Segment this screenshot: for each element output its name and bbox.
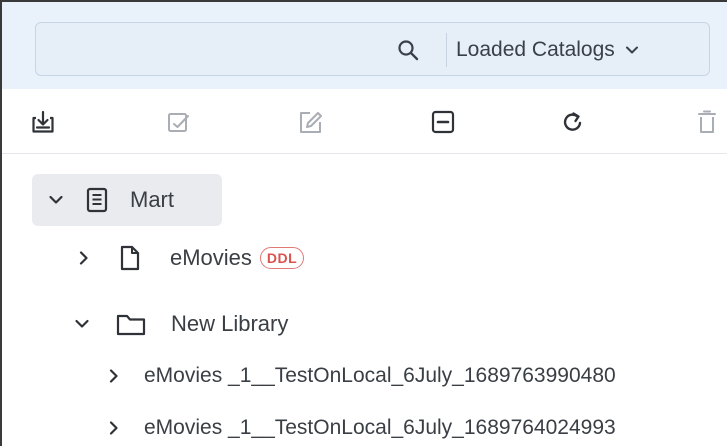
- import-button[interactable]: [28, 107, 58, 137]
- catalog-document-icon: [86, 187, 108, 213]
- tree-label-mart: Mart: [130, 187, 174, 212]
- edit-button[interactable]: [164, 107, 194, 137]
- loaded-catalogs-dropdown[interactable]: Loaded Catalogs: [456, 23, 639, 77]
- chevron-right-icon[interactable]: [106, 368, 122, 384]
- chevron-down-icon[interactable]: [74, 316, 90, 332]
- tree-node-mart[interactable]: Mart: [32, 174, 222, 226]
- search-header: Loaded Catalogs: [2, 2, 727, 89]
- delete-button[interactable]: [692, 107, 722, 137]
- search-input[interactable]: [46, 31, 380, 69]
- chevron-down-icon: [625, 46, 638, 54]
- search-bar: Loaded Catalogs: [35, 22, 710, 76]
- import-box-icon: [32, 110, 54, 133]
- search-divider: [446, 33, 447, 67]
- tree-node-library-item[interactable]: eMovies _1__TestOnLocal_6July_1689763990…: [106, 350, 616, 402]
- tree-label-emovies: eMovies: [170, 245, 252, 270]
- tree-node-new-library[interactable]: New Library: [74, 298, 288, 350]
- rename-button[interactable]: [296, 107, 326, 137]
- tree-label-library-item: eMovies _1__TestOnLocal_6July_1689763990…: [144, 364, 616, 387]
- chevron-right-icon[interactable]: [76, 250, 92, 266]
- chevron-down-icon[interactable]: [48, 192, 64, 208]
- collapse-all-button[interactable]: [428, 107, 458, 137]
- tree-node-library-item[interactable]: eMovies _1__TestOnLocal_6July_1689764024…: [106, 402, 616, 446]
- rename-icon: [300, 112, 322, 133]
- refresh-icon: [563, 112, 582, 131]
- folder-icon: [116, 314, 146, 336]
- minus-box-icon: [431, 110, 455, 134]
- search-icon[interactable]: [396, 38, 420, 62]
- tree-label-new-library: New Library: [171, 311, 289, 336]
- edit-check-icon: [168, 113, 189, 132]
- toolbar-divider: [2, 153, 727, 154]
- file-icon: [120, 245, 140, 271]
- tree-label-library-item: eMovies _1__TestOnLocal_6July_1689764024…: [144, 416, 616, 439]
- refresh-button[interactable]: [558, 107, 588, 137]
- chevron-right-icon[interactable]: [106, 420, 122, 436]
- catalog-panel: Loaded Catalogs Mart eMovies DDL New Lib…: [0, 0, 727, 446]
- ddl-badge: DDL: [259, 247, 305, 269]
- trash-icon: [698, 110, 716, 133]
- tree-node-emovies[interactable]: eMovies DDL: [76, 232, 305, 284]
- loaded-catalogs-label: Loaded Catalogs: [456, 38, 615, 61]
